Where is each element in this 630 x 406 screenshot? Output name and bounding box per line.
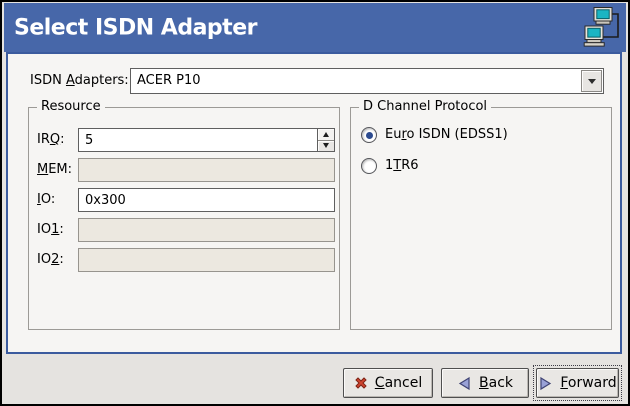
right-arrow-icon xyxy=(538,376,553,391)
back-button[interactable]: Back xyxy=(441,368,529,398)
radio-1tr6[interactable]: 1TR6 xyxy=(361,157,419,175)
mem-input xyxy=(78,158,335,182)
spin-up-arrow-icon[interactable] xyxy=(318,129,334,141)
io-row: IO: xyxy=(29,188,339,212)
io2-input xyxy=(78,248,335,272)
io1-input xyxy=(78,218,335,242)
red-x-icon xyxy=(354,376,368,390)
back-button-label: Back xyxy=(479,375,513,391)
titlebar: Select ISDN Adapter xyxy=(4,3,626,52)
mem-label: MEM: xyxy=(37,158,72,182)
back-computer xyxy=(594,8,612,25)
front-computer xyxy=(584,26,604,46)
radio-button-icon xyxy=(361,158,377,174)
irq-label: IRQ: xyxy=(37,128,65,152)
cancel-button[interactable]: Cancel xyxy=(343,368,433,398)
combobox-value: ACER P10 xyxy=(131,69,580,93)
dialog-window: Select ISDN Adapter ISDN Adapters: xyxy=(0,0,630,406)
io2-label: IO2: xyxy=(37,248,64,272)
forward-button-label: Forward xyxy=(560,375,616,391)
cancel-button-label: Cancel xyxy=(375,375,422,391)
irq-input[interactable] xyxy=(78,128,317,152)
network-computers-icon xyxy=(582,6,622,50)
d-channel-protocol-group: D Channel Protocol Euro ISDN (EDSS1) 1TR… xyxy=(350,107,612,330)
io1-label: IO1: xyxy=(37,218,64,242)
radio-euro-isdn-label: Euro ISDN (EDSS1) xyxy=(385,126,508,144)
irq-spinner[interactable] xyxy=(78,128,335,152)
io1-row: IO1: xyxy=(29,218,339,242)
resource-group: Resource IRQ: MEM: IO: IO1: xyxy=(28,107,340,330)
dropdown-arrow-icon[interactable] xyxy=(581,70,602,92)
isdn-adapter-combobox[interactable]: ACER P10 xyxy=(130,68,604,94)
left-arrow-icon xyxy=(457,376,472,391)
irq-row: IRQ: xyxy=(29,128,339,152)
forward-button[interactable]: Forward xyxy=(536,368,619,398)
io-label: IO: xyxy=(37,188,55,212)
io2-row: IO2: xyxy=(29,248,339,272)
forward-button-focus-ring: Forward xyxy=(533,365,622,401)
spin-down-arrow-icon[interactable] xyxy=(318,141,334,152)
io-input[interactable] xyxy=(78,188,335,212)
resource-group-title: Resource xyxy=(37,99,105,114)
radio-1tr6-label: 1TR6 xyxy=(385,157,419,175)
isdn-adapters-label: ISDN Adapters: xyxy=(30,68,129,94)
dialog-title: Select ISDN Adapter xyxy=(14,15,257,40)
radio-euro-isdn[interactable]: Euro ISDN (EDSS1) xyxy=(361,126,508,144)
radio-button-icon xyxy=(361,127,377,143)
irq-spin-buttons[interactable] xyxy=(317,128,335,152)
mem-row: MEM: xyxy=(29,158,339,182)
content-panel: ISDN Adapters: ACER P10 Resource IRQ: ME… xyxy=(6,52,622,354)
d-channel-protocol-title: D Channel Protocol xyxy=(359,99,491,114)
